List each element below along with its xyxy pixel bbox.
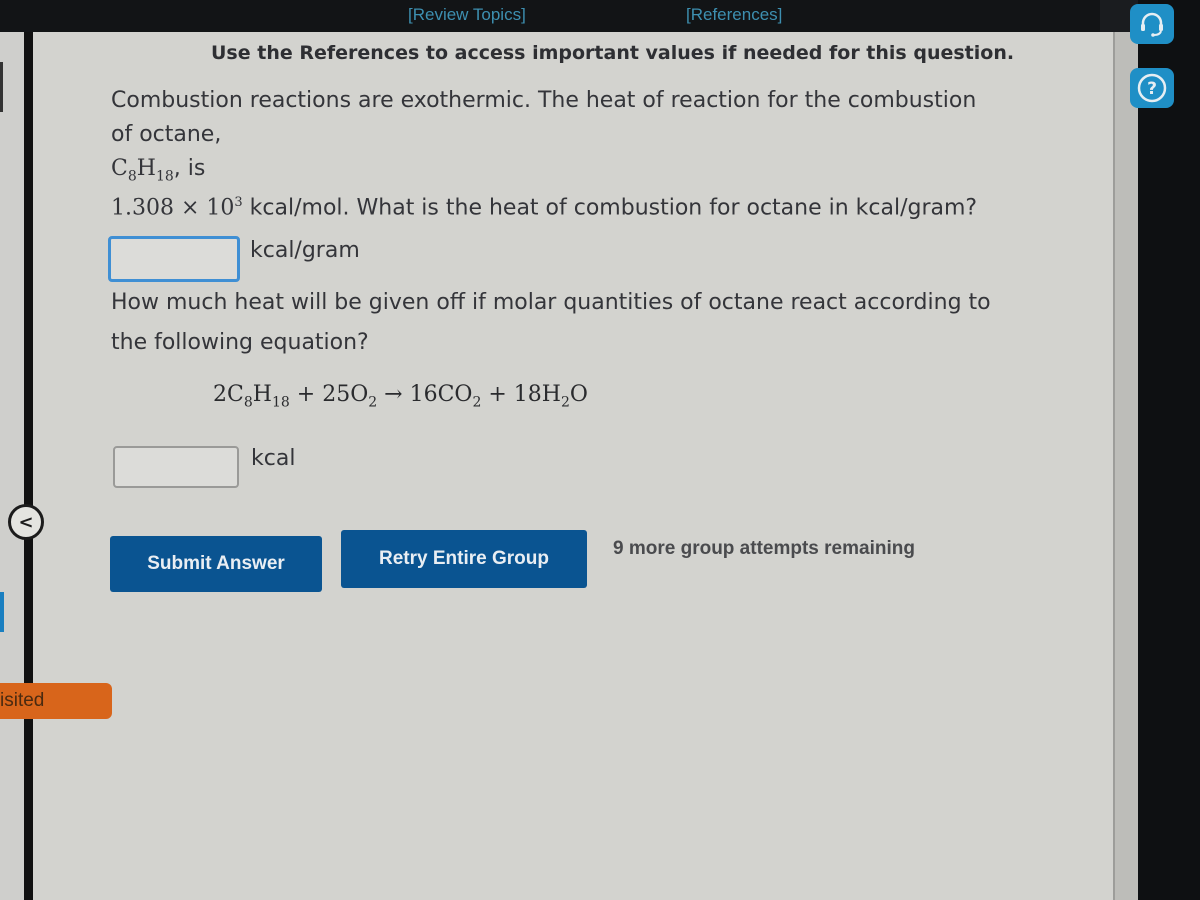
part2-line2: the following equation? bbox=[111, 330, 369, 355]
help-button[interactable]: ? bbox=[1130, 68, 1174, 108]
part1-line2: of octane, bbox=[111, 122, 222, 147]
sidebar-marker-active bbox=[0, 592, 4, 632]
support-button[interactable] bbox=[1130, 4, 1174, 44]
screen-bezel bbox=[1138, 0, 1200, 900]
part1-line1: Combustion reactions are exothermic. The… bbox=[111, 88, 977, 113]
svg-text:?: ? bbox=[1147, 79, 1157, 99]
content-right-edge bbox=[1113, 32, 1140, 900]
review-topics-link[interactable]: [Review Topics] bbox=[408, 5, 526, 25]
kcal-unit: kcal bbox=[251, 446, 296, 471]
submit-answer-button[interactable]: Submit Answer bbox=[110, 536, 322, 592]
sidebar-marker bbox=[0, 62, 3, 112]
help-circle-icon: ? bbox=[1137, 73, 1167, 103]
headset-icon bbox=[1141, 12, 1163, 37]
retry-entire-group-button[interactable]: Retry Entire Group bbox=[341, 530, 587, 588]
collapse-sidebar-button[interactable]: < bbox=[8, 504, 44, 540]
kcal-per-gram-input[interactable] bbox=[108, 236, 240, 282]
question-panel: Use the References to access important v… bbox=[33, 32, 1113, 900]
part2-line1: How much heat will be given off if molar… bbox=[111, 290, 991, 315]
panel-divider bbox=[24, 32, 33, 900]
combustion-equation: 2C8H18 + 25O2 → 16CO2 + 18H2O bbox=[213, 382, 588, 411]
kcal-input[interactable] bbox=[113, 446, 239, 488]
instruction-text: Use the References to access important v… bbox=[211, 42, 1015, 64]
kcal-per-gram-unit: kcal/gram bbox=[250, 238, 360, 263]
visited-label: isited bbox=[0, 690, 45, 711]
chevron-left-icon: < bbox=[18, 511, 34, 533]
visited-badge[interactable]: isited bbox=[0, 683, 112, 719]
references-link[interactable]: [References] bbox=[686, 5, 782, 25]
attempts-remaining: 9 more group attempts remaining bbox=[613, 538, 915, 559]
top-bar: [Review Topics] [References] bbox=[0, 0, 1100, 32]
heat-of-reaction-value: 1.308 × 103 kcal/mol. What is the heat o… bbox=[111, 195, 978, 221]
left-sidebar-edge bbox=[0, 32, 24, 900]
